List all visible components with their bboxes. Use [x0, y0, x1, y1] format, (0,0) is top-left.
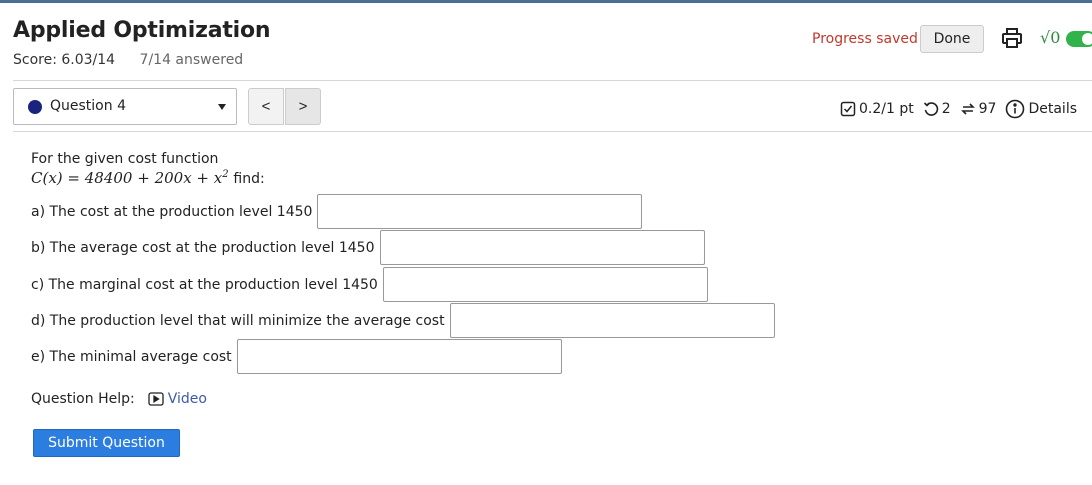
score-line: Score: 6.03/14 7/14 answered — [13, 52, 243, 68]
question-intro: For the given cost function — [31, 151, 219, 167]
part-b-input[interactable] — [379, 230, 705, 265]
formula-exponent: 2 — [222, 169, 229, 180]
math-keyboard-icon[interactable]: √0 — [1040, 28, 1060, 47]
video-help-link[interactable]: Video — [148, 391, 207, 407]
part-a-input[interactable] — [317, 194, 643, 229]
top-accent-bar — [0, 0, 1092, 3]
print-icon[interactable] — [1000, 26, 1024, 50]
question-select-label: Question 4 — [50, 98, 126, 114]
part-b-row: b) The average cost at the production le… — [31, 230, 705, 265]
question-select[interactable]: Question 4 — [13, 88, 237, 125]
video-link-label: Video — [167, 391, 207, 407]
progress-saved-status: Progress saved — [812, 31, 918, 47]
points-stat: 0.2/1 pt — [840, 101, 914, 117]
part-d-label: d) The production level that will minimi… — [31, 312, 445, 329]
details-link[interactable]: Details — [1005, 99, 1077, 119]
next-question-button[interactable]: > — [285, 88, 321, 125]
part-b-label: b) The average cost at the production le… — [31, 239, 375, 256]
attempts-count: 97 — [978, 101, 997, 117]
attempts-stat: 97 — [960, 101, 997, 117]
formula-main: C(x) = 48400 + 200x + x — [31, 169, 223, 187]
formula-suffix: find: — [233, 171, 265, 187]
part-a-row: a) The cost at the production level 1450 — [31, 194, 643, 229]
part-e-input[interactable] — [236, 339, 562, 374]
info-icon — [1006, 99, 1025, 119]
chevron-down-icon — [218, 104, 226, 110]
part-a-label: a) The cost at the production level 1450 — [31, 203, 313, 220]
header-divider — [13, 80, 1092, 81]
part-d-input[interactable] — [449, 303, 775, 338]
page-title: Applied Optimization — [13, 18, 271, 43]
score-text: Score: 6.03/14 — [13, 52, 116, 68]
submit-question-button[interactable]: Submit Question — [33, 429, 180, 457]
part-c-label: c) The marginal cost at the production l… — [31, 276, 378, 293]
details-label: Details — [1028, 101, 1078, 117]
cost-function-formula: C(x) = 48400 + 200x + x2 find: — [31, 169, 265, 187]
part-d-row: d) The production level that will minimi… — [31, 303, 775, 338]
points-text: 0.2/1 pt — [859, 101, 914, 117]
toggle-knob — [1082, 33, 1092, 45]
question-status-dot — [28, 100, 42, 114]
checkbox-icon — [840, 101, 856, 117]
part-c-row: c) The marginal cost at the production l… — [31, 267, 708, 302]
previous-question-button[interactable]: < — [248, 88, 284, 125]
retry-icon — [923, 102, 938, 116]
math-toggle[interactable] — [1066, 31, 1092, 47]
done-button[interactable]: Done — [920, 25, 984, 53]
question-stats: 0.2/1 pt 2 97 Details — [840, 98, 1086, 120]
question-help-label: Question Help: — [31, 391, 135, 407]
question-divider — [13, 131, 1092, 132]
retry-stat: 2 — [923, 101, 951, 117]
attempts-icon — [960, 103, 975, 115]
part-e-row: e) The minimal average cost — [31, 339, 562, 374]
retry-count: 2 — [941, 101, 951, 117]
part-c-input[interactable] — [382, 267, 708, 302]
part-e-label: e) The minimal average cost — [31, 348, 232, 365]
video-icon — [148, 392, 164, 406]
question-help: Question Help: Video — [31, 391, 207, 407]
answered-count: 7/14 answered — [139, 52, 244, 68]
